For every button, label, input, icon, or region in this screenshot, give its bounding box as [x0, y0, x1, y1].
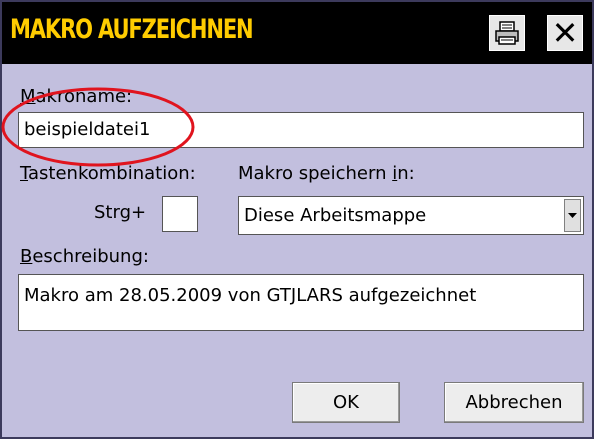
- description-textarea[interactable]: Makro am 28.05.2009 von GTJLARS aufgezei…: [18, 274, 584, 331]
- ok-button[interactable]: OK: [292, 382, 400, 423]
- dropdown-arrow-button[interactable]: [564, 199, 581, 232]
- macro-name-label: Makroname:: [20, 86, 133, 107]
- shortcut-label: Tastenkombination:: [20, 163, 196, 184]
- dialog-title: MAKRO AUFZEICHNEN: [10, 14, 254, 45]
- cancel-button[interactable]: Abbrechen: [444, 382, 584, 423]
- description-label: Beschreibung:: [20, 246, 149, 267]
- shortcut-key-input[interactable]: [162, 196, 198, 232]
- close-button[interactable]: ✕: [547, 15, 583, 51]
- record-macro-dialog: MAKRO AUFZEICHNEN ✕ Makroname: beispield…: [0, 0, 594, 439]
- title-bar: MAKRO AUFZEICHNEN ✕: [2, 2, 592, 64]
- store-in-label: Makro speichern in:: [238, 163, 415, 184]
- print-button[interactable]: [489, 15, 525, 51]
- store-in-select[interactable]: Diese Arbeitsmappe: [238, 196, 584, 235]
- chevron-down-icon: [568, 212, 577, 218]
- printer-icon: [495, 21, 519, 45]
- shortcut-prefix-label: Strg+: [94, 202, 147, 223]
- close-icon: ✕: [551, 14, 579, 52]
- macro-name-input[interactable]: beispieldatei1: [18, 112, 584, 148]
